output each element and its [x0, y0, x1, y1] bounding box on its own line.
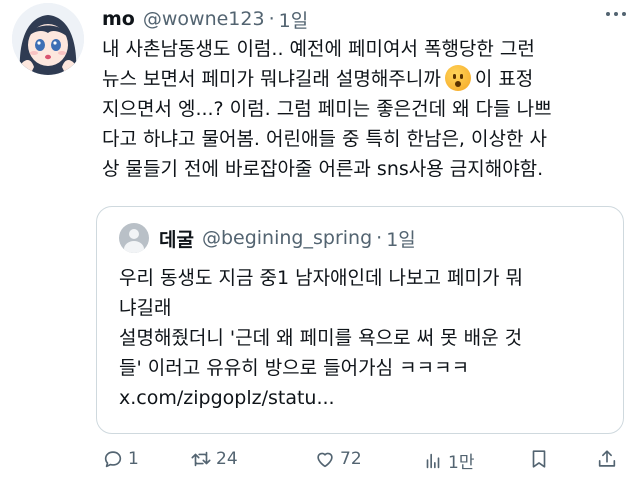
- tweet-line: 내 사촌남동생도 이럼.. 예전에 페미여서 폭행당한 그런: [102, 38, 535, 60]
- quoted-link[interactable]: x.com/zipgoplz/statu...: [119, 383, 609, 413]
- quoted-tweet-text: 우리 동생도 지금 중1 남자애인데 나보고 페미가 뭐 냐길래 설명해줬더니 …: [119, 263, 609, 413]
- tweet-text: 내 사촌남동생도 이럼.. 예전에 페미여서 폭행당한 그런 뉴스 보면서 페미…: [102, 34, 630, 184]
- like-button[interactable]: 72: [314, 448, 362, 470]
- like-icon: [317, 452, 333, 468]
- quoted-tweet-timestamp: 1일: [386, 228, 416, 251]
- share-icon: [598, 450, 616, 467]
- quoted-author-avatar: [119, 223, 149, 253]
- tweet-line: 상 물들기 전에 바로잡아줄 어른과 sns사용 금지해야함.: [102, 158, 544, 180]
- retweet-icon: [191, 451, 211, 467]
- quoted-author-handle: @begining_spring: [201, 227, 373, 249]
- retweet-count: 24: [216, 449, 238, 469]
- tweet-line: 뉴스 보면서 페미가 뭐냐길래 설명해주니까 이 표정: [102, 64, 630, 94]
- quoted-line: 우리 동생도 지금 중1 남자애인데 나보고 페미가 뭐: [119, 267, 523, 289]
- more-options-icon[interactable]: [606, 12, 626, 16]
- share-button[interactable]: [596, 448, 622, 470]
- tweet-line-part: 이 표정: [474, 68, 534, 90]
- bookmark-button[interactable]: [528, 448, 554, 470]
- quoted-line: 냐길래: [119, 297, 172, 319]
- separator-dot: ·: [268, 8, 275, 30]
- reply-button[interactable]: 1: [102, 448, 139, 470]
- like-count: 72: [340, 449, 362, 469]
- tweet-header: mo @wowne123 · 1일: [102, 6, 630, 32]
- reply-count: 1: [128, 449, 139, 469]
- quoted-line: 들' 이러고 유유히 방으로 들어가심 ㅋㅋㅋㅋ: [119, 357, 470, 379]
- views-count: 1만: [448, 453, 475, 473]
- tweet-line-part: 뉴스 보면서 페미가 뭐냐길래 설명해주니까: [102, 68, 441, 90]
- quoted-tweet-card[interactable]: 데굴 @begining_spring · 1일 우리 동생도 지금 중1 남자…: [96, 206, 624, 434]
- retweet-button[interactable]: 24: [190, 448, 238, 470]
- avatar-illustration: [12, 3, 84, 75]
- views-button[interactable]: 1만: [422, 448, 474, 473]
- author-name[interactable]: mo: [102, 8, 135, 30]
- quoted-author-name: 데굴: [159, 228, 194, 251]
- separator-dot: ·: [376, 227, 383, 249]
- reply-icon: [104, 451, 122, 468]
- views-icon: [426, 453, 440, 468]
- author-avatar[interactable]: [12, 3, 84, 75]
- author-handle[interactable]: @wowne123: [143, 8, 265, 30]
- tweet-timestamp[interactable]: 1일: [279, 6, 309, 33]
- quoted-tweet-header: 데굴 @begining_spring · 1일: [119, 223, 416, 253]
- frowning-face-emoji: [444, 65, 471, 91]
- tweet-line: 지으면서 엥...? 이럼. 그럼 페미는 좋은건데 왜 다들 나쁘: [102, 98, 552, 120]
- action-bar: 1 24 72 1만: [96, 448, 630, 476]
- tweet-line: 다고 하냐고 물어봄. 어린애들 중 특히 한남은, 이상한 사: [102, 128, 547, 150]
- quoted-line: 설명해줬더니 '근데 왜 페미를 욕으로 써 못 배운 것: [119, 327, 523, 349]
- bookmark-icon: [532, 450, 546, 468]
